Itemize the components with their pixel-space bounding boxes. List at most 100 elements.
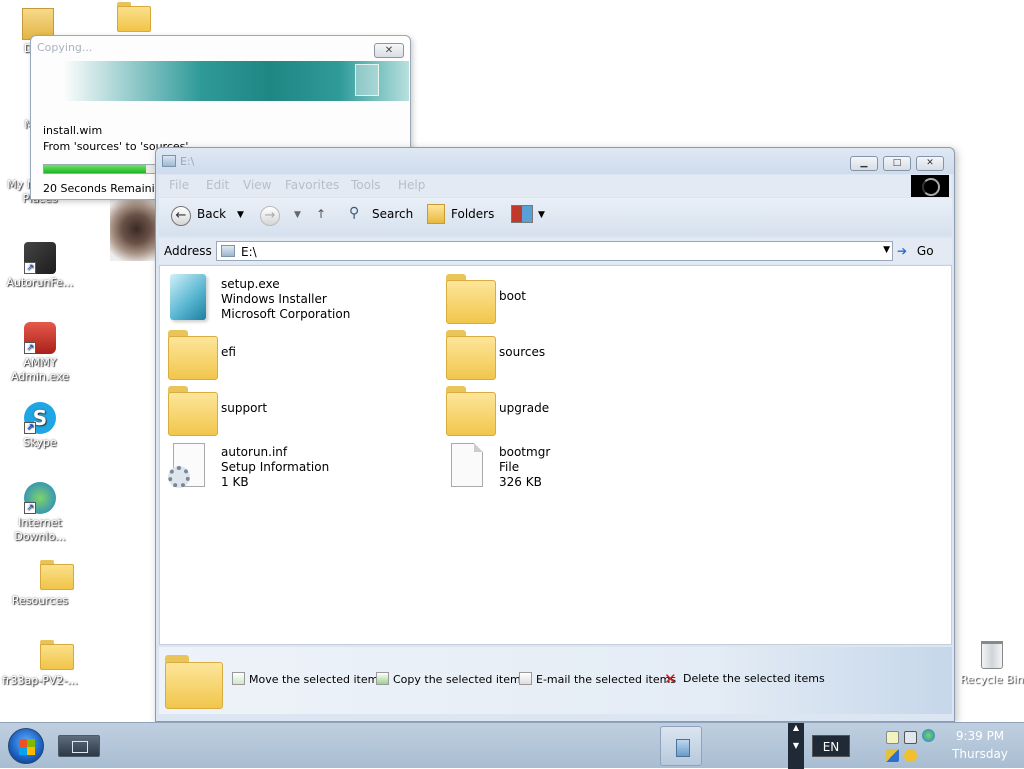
task-delete-label: Delete the selected items: [683, 672, 825, 685]
toolbar: ← Back ▼ → ▼ ↑ ⚲ Search Folders ▼: [159, 198, 952, 236]
desktop-folder[interactable]: [77, 2, 157, 36]
menu-file[interactable]: File: [169, 178, 189, 192]
desktop-icon-archive[interactable]: fr33ap-PV2-...: [0, 640, 80, 688]
desktop-icon-recycle-bin[interactable]: Recycle Bin: [952, 641, 1024, 686]
folder-icon: [446, 386, 496, 436]
menu-bar: File Edit View Favorites Tools Help: [159, 175, 952, 197]
desktop-icon-resources[interactable]: Resources: [0, 560, 80, 608]
search-button[interactable]: Search: [372, 207, 413, 221]
copy-progress-fill: [44, 165, 146, 173]
internet-download-tray-icon[interactable]: [922, 729, 935, 742]
window-title: E:\: [180, 155, 195, 168]
task-delete[interactable]: ✕ Delete the selected items: [664, 672, 825, 687]
menu-edit[interactable]: Edit: [206, 178, 229, 192]
folder-icon: [165, 655, 223, 709]
security-shield-icon[interactable]: [886, 749, 899, 762]
drive-icon: [221, 245, 235, 257]
ammy-tray-icon[interactable]: [904, 749, 917, 762]
desktop-icon-ammy-admin[interactable]: ↗ AMMY Admin.exe: [0, 322, 80, 384]
task-copy-label: Copy the selected items: [393, 673, 527, 686]
network-tray-icon[interactable]: [904, 731, 917, 744]
address-input[interactable]: E:\ ▼: [216, 241, 893, 261]
desktop-icon-autorunfe[interactable]: ↗ AutorunFe...: [0, 242, 80, 290]
copy-progress-bar: [43, 164, 158, 174]
dialog-title: Copying...: [37, 41, 93, 54]
tray-scroll[interactable]: ▲ ▼: [788, 723, 804, 769]
up-folder-icon[interactable]: ↑: [316, 207, 326, 221]
address-value: E:\: [241, 245, 257, 259]
folder-item-upgrade[interactable]: upgrade: [442, 384, 702, 436]
item-company: Microsoft Corporation: [221, 307, 351, 321]
folder-icon: [446, 274, 496, 324]
desktop-icon-label: fr33ap-PV2-...: [2, 674, 78, 687]
item-name: boot: [499, 289, 527, 303]
pixelated-thumbnail: [110, 197, 158, 261]
file-list: setup.exe Windows Installer Microsoft Co…: [159, 265, 952, 645]
task-copy[interactable]: Copy the selected items: [376, 672, 526, 686]
folders-button[interactable]: Folders: [451, 207, 494, 221]
item-name: sources: [499, 345, 546, 359]
address-dropdown-icon[interactable]: ▼: [883, 245, 890, 255]
gear-icon: [168, 466, 190, 488]
folder-item-sources[interactable]: sources: [442, 328, 702, 380]
clock[interactable]: 9:39 PM Thursday: [945, 727, 1015, 763]
ammy-admin-icon: ↗: [24, 322, 56, 354]
show-desktop-button[interactable]: [58, 735, 100, 757]
dialog-titlebar[interactable]: Copying... ✕: [31, 36, 410, 58]
back-button[interactable]: Back: [197, 207, 226, 221]
task-move[interactable]: Move the selected items: [232, 672, 384, 686]
language-indicator[interactable]: EN: [812, 735, 850, 757]
folder-icon: [168, 330, 218, 380]
desktop-icon-skype[interactable]: S ↗ Skype: [0, 402, 80, 450]
forward-dropdown-icon[interactable]: ▼: [294, 210, 301, 220]
item-name: autorun.inf: [221, 445, 288, 459]
start-button[interactable]: [8, 728, 44, 764]
dialog-close-button[interactable]: ✕: [374, 43, 404, 58]
go-button[interactable]: ➔ Go: [897, 241, 949, 261]
task-email-label: E-mail the selected items: [536, 673, 677, 686]
windows-logo-icon: [19, 739, 35, 755]
minimize-button[interactable]: ▁: [850, 156, 878, 171]
page-icon: [355, 64, 379, 96]
notification-icon[interactable]: [886, 731, 899, 744]
folder-icon: [168, 386, 218, 436]
file-item-bootmgr[interactable]: bootmgr File 326 KB: [442, 440, 702, 492]
email-icon: [519, 672, 532, 685]
clock-time: 9:39 PM: [955, 729, 1005, 743]
item-name: upgrade: [499, 401, 550, 415]
generic-file-icon: [451, 443, 483, 487]
menu-favorites[interactable]: Favorites: [285, 178, 339, 192]
folder-item-support[interactable]: support: [164, 384, 424, 436]
views-icon[interactable]: [511, 205, 533, 223]
forward-arrow-icon[interactable]: →: [260, 206, 280, 226]
internet-download-icon: ↗: [24, 482, 56, 514]
desktop-icon-label: Internet Downlo...: [14, 516, 66, 543]
back-arrow-icon[interactable]: ←: [171, 206, 191, 226]
maximize-button[interactable]: □: [883, 156, 911, 171]
copy-animation: [63, 61, 409, 101]
move-icon: [232, 672, 245, 685]
drive-icon: [162, 155, 176, 167]
zip-folder-icon: [24, 640, 56, 672]
skype-icon: S ↗: [24, 402, 56, 434]
item-type: File: [499, 460, 520, 474]
file-item-setup-exe[interactable]: setup.exe Windows Installer Microsoft Co…: [164, 272, 424, 324]
menu-help[interactable]: Help: [398, 178, 425, 192]
item-size: 1 KB: [221, 475, 249, 489]
item-type: Setup Information: [221, 460, 330, 474]
menu-view[interactable]: View: [243, 178, 271, 192]
item-name: bootmgr: [499, 445, 551, 459]
back-dropdown-icon[interactable]: ▼: [237, 210, 244, 220]
copy-icon: [376, 672, 389, 685]
desktop-icon-internet-download[interactable]: ↗ Internet Downlo...: [0, 482, 80, 544]
views-dropdown-icon[interactable]: ▼: [538, 210, 545, 220]
menu-tools[interactable]: Tools: [351, 178, 381, 192]
file-item-autorun-inf[interactable]: autorun.inf Setup Information 1 KB: [164, 440, 424, 492]
task-email[interactable]: E-mail the selected items: [519, 672, 676, 686]
close-button[interactable]: ✕: [916, 156, 944, 171]
desktop-icon-label: Resources: [11, 594, 69, 607]
folder-item-boot[interactable]: boot: [442, 272, 702, 324]
folder-item-efi[interactable]: efi: [164, 328, 424, 380]
explorer-titlebar[interactable]: E:\ ▁ □ ✕: [156, 148, 954, 174]
taskbar-explorer-button[interactable]: [660, 726, 702, 766]
